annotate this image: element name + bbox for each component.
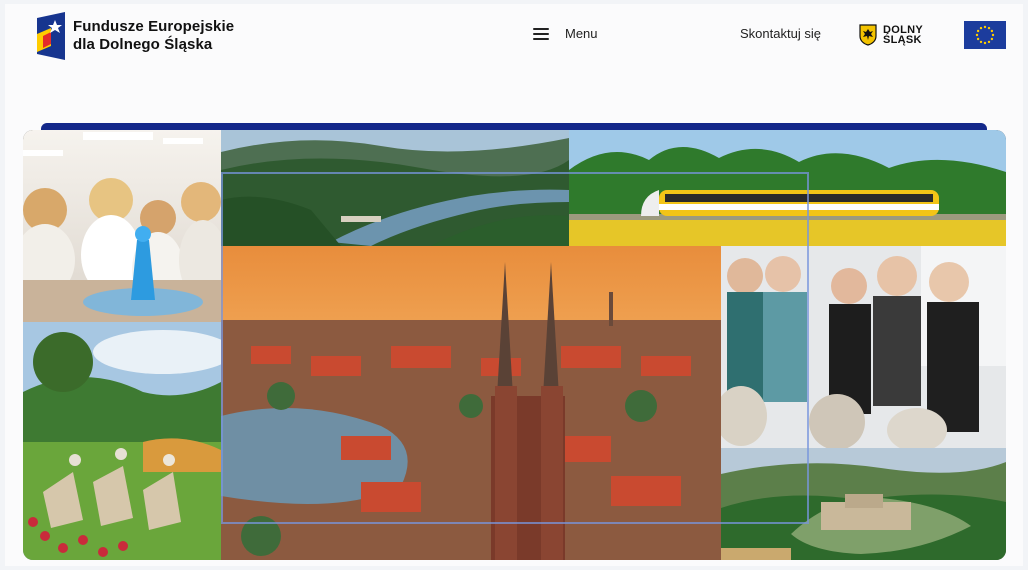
eu-flag-icon	[964, 21, 1006, 49]
eagle-shield-icon	[859, 24, 877, 46]
menu-label: Menu	[565, 26, 598, 41]
page: Fundusze Europejskie dla Dolnego Śląska …	[5, 4, 1023, 566]
region-line-2: ŚLĄSK	[883, 34, 922, 46]
children-science-experiment-photo	[23, 130, 221, 322]
logo-line-2: dla Dolnego Śląska	[73, 36, 213, 53]
fe-logo-text: Fundusze Europejskie dla Dolnego Śląska	[73, 18, 234, 54]
countryside-deckchairs-photo	[23, 322, 221, 560]
contact-link[interactable]: Skontaktuj się	[740, 26, 821, 41]
hero-outline-frame	[221, 172, 809, 524]
dolny-slask-logo[interactable]: DOLNY ŚLĄSK	[859, 24, 923, 46]
menu-button[interactable]: Menu	[533, 26, 598, 41]
dolny-slask-wordmark: DOLNY ŚLĄSK	[883, 25, 923, 46]
site-header: Fundusze Europejskie dla Dolnego Śląska …	[5, 4, 1023, 74]
hero-collage	[23, 130, 1006, 560]
hamburger-icon	[533, 27, 549, 40]
fe-logo-mark-icon	[37, 12, 65, 60]
fe-logo[interactable]: Fundusze Europejskie dla Dolnego Śląska	[37, 12, 234, 60]
logo-line-1: Fundusze Europejskie	[73, 18, 235, 35]
